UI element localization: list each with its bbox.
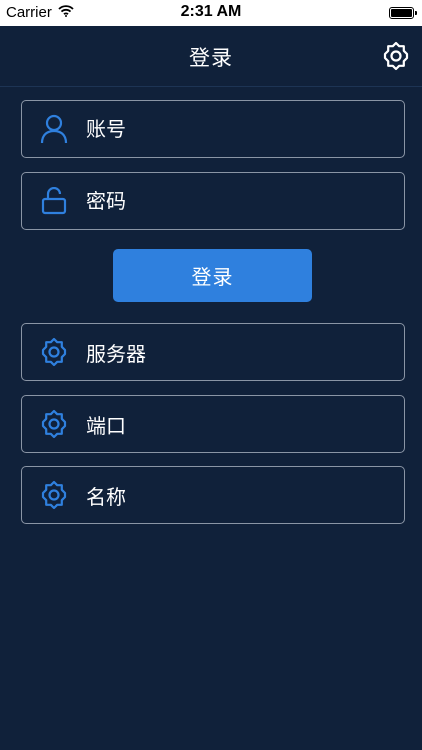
user-icon (38, 113, 70, 145)
name-label: 名称 (86, 484, 126, 509)
server-row[interactable]: 服务器 (21, 323, 405, 381)
battery-tip (415, 11, 417, 15)
account-field[interactable] (21, 100, 405, 158)
battery-level (391, 9, 412, 17)
gear-icon (38, 408, 70, 440)
login-button[interactable]: 登录 (113, 249, 312, 302)
status-bar: Carrier 2:31 AM (0, 0, 422, 26)
status-time: 2:31 AM (180, 3, 242, 20)
password-input[interactable] (86, 189, 386, 213)
server-label: 服务器 (86, 341, 146, 366)
port-row[interactable]: 端口 (21, 395, 405, 453)
lock-icon (38, 185, 70, 217)
gear-icon (383, 41, 409, 71)
settings-button[interactable] (380, 40, 412, 72)
account-input[interactable] (86, 117, 386, 141)
name-row[interactable]: 名称 (21, 466, 405, 524)
nav-bar: 登录 (0, 26, 422, 87)
battery-icon (389, 7, 414, 19)
gear-icon (38, 336, 70, 368)
port-label: 端口 (86, 413, 126, 438)
gear-icon (38, 479, 70, 511)
page-title: 登录 (189, 46, 233, 70)
password-field[interactable] (21, 172, 405, 230)
